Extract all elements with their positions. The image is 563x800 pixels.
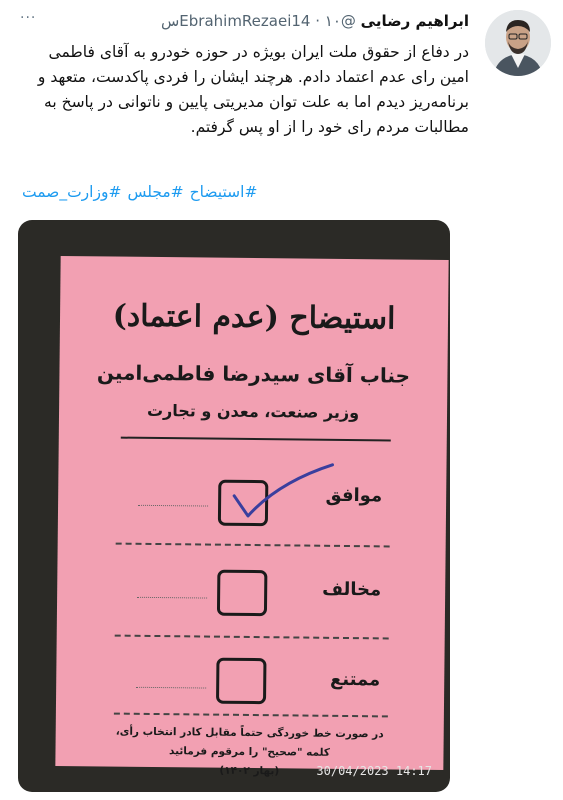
tweet-header: ابراهیم رضایی @EbrahimRezaei14 · ۱۰س <box>161 12 469 30</box>
option-disagree-dotted-line <box>137 596 208 599</box>
option-disagree-checkbox <box>216 569 268 617</box>
ballot-title: استیضاح (عدم اعتماد) <box>112 298 396 337</box>
hashtag-majles[interactable]: #مجلس <box>127 183 183 201</box>
hashtag-list: #استیضاح #مجلس #وزارت_صمت <box>16 183 469 201</box>
ballot-ministry: وزیر صنعت، معدن و تجارت <box>146 400 360 423</box>
ballot-card: استیضاح (عدم اعتماد) جناب آقای سیدرضا فا… <box>55 255 449 777</box>
more-options-icon[interactable]: ··· <box>20 10 36 26</box>
ballot-divider <box>120 436 391 442</box>
hashtag-vezarat-samat[interactable]: #وزارت_صمت <box>22 183 121 201</box>
option-separator <box>115 542 390 548</box>
option-separator <box>114 634 389 640</box>
tweet-photo[interactable]: استیضاح (عدم اعتماد) جناب آقای سیدرضا فا… <box>18 220 450 792</box>
photo-timestamp: 30/04/2023 14:17 <box>316 764 432 778</box>
hashtag-estizah[interactable]: #استیضاح <box>190 183 258 201</box>
ballot-subtitle: جناب آقای سیدرضا فاطمی‌امین <box>96 360 411 388</box>
option-agree-dotted-line <box>138 504 209 507</box>
checkmark-icon <box>232 463 335 518</box>
option-abstain-checkbox <box>216 657 267 705</box>
avatar[interactable] <box>485 10 551 76</box>
option-disagree-label: مخالف <box>322 578 382 601</box>
tweet-text: در دفاع از حقوق ملت ایران بویژه در حوزه … <box>37 43 469 136</box>
option-abstain-dotted-line <box>136 686 207 689</box>
author-name[interactable]: ابراهیم رضایی <box>361 12 469 30</box>
avatar-portrait-icon <box>485 10 551 76</box>
option-separator <box>113 712 388 718</box>
option-abstain-label: ممتنع <box>329 668 381 691</box>
